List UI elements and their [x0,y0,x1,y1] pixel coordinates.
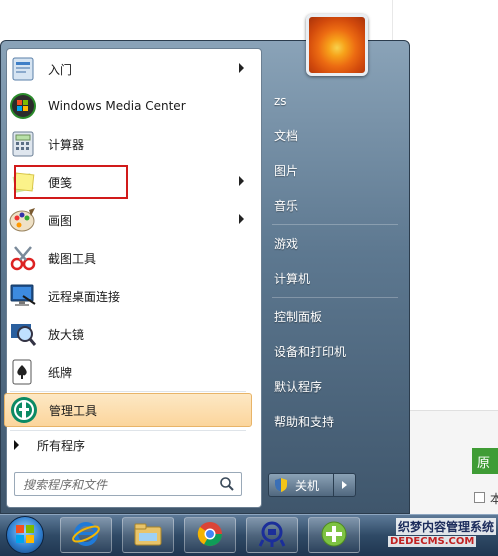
program-label: 画图 [48,213,73,228]
watermark-url: DEDECMS.COM [388,536,477,547]
paint-icon [8,205,38,235]
program-item-solitaire[interactable]: 纸牌 [4,355,252,389]
chevron-right-icon [342,481,347,489]
program-item-getting-started[interactable]: 入门 [4,52,252,86]
program-label: 远程桌面连接 [48,289,121,304]
right-separator [272,224,398,225]
add-app-icon [320,520,348,551]
program-item-admin-tools[interactable]: 管理工具 [4,393,252,427]
right-item-music[interactable]: 音乐 [268,190,402,220]
submenu-arrow-icon [239,214,244,224]
background-checkbox[interactable] [474,492,485,503]
right-item-label: 默认程序 [274,379,323,394]
program-label: 放大镜 [48,327,85,342]
taskbar-explorer-button[interactable] [122,517,174,553]
internet-explorer-icon [72,520,100,551]
submenu-arrow-icon [239,63,244,73]
user-picture[interactable] [306,14,368,76]
program-label: 纸牌 [48,365,73,380]
search-icon[interactable] [219,476,235,495]
snipping-tool-icon [8,243,38,273]
right-item-label: 音乐 [274,198,299,213]
calculator-icon [8,129,38,159]
right-item-label: 文档 [274,128,299,143]
right-item-control-panel[interactable]: 控制面板 [268,301,402,331]
program-item-remote-desktop[interactable]: 远程桌面连接 [4,279,252,313]
all-programs-button[interactable]: 所有程序 [4,432,252,458]
taskbar-network-button[interactable] [246,517,298,553]
right-item-label: 图片 [274,163,299,178]
background-green-button[interactable]: 原 [472,448,498,474]
program-label: 入门 [48,62,73,77]
right-item-label: 帮助和支持 [274,414,335,429]
remote-desktop-icon [8,281,38,311]
all-programs-label: 所有程序 [37,438,86,453]
right-item-help-support[interactable]: 帮助和支持 [268,406,402,436]
all-programs-separator [10,430,246,431]
solitaire-icon [8,357,38,387]
program-label: 计算器 [48,137,85,152]
right-item-pictures[interactable]: 图片 [268,155,402,185]
program-label: 截图工具 [48,251,97,266]
search-placeholder: 搜索程序和文件 [23,477,108,492]
right-item-documents[interactable]: 文档 [268,120,402,150]
taskbar-ie-button[interactable] [60,517,112,553]
start-button[interactable] [6,516,44,554]
program-item-magnifier[interactable]: 放大镜 [4,317,252,351]
right-item-label: zs [274,94,287,108]
program-item-snipping-tool[interactable]: 截图工具 [4,241,252,275]
watermark-title: 织梦内容管理系统 [396,518,497,535]
right-item-label: 控制面板 [274,309,323,324]
right-item-devices-printers[interactable]: 设备和打印机 [268,336,402,366]
submenu-arrow-icon [239,176,244,186]
getting-started-icon [8,54,38,84]
media-center-icon [8,91,38,121]
shield-icon [275,478,287,492]
windows-logo-icon [15,524,35,547]
right-item-games[interactable]: 游戏 [268,228,402,258]
chrome-icon [196,520,224,551]
magnifier-icon [8,319,38,349]
program-label: Windows Media Center [48,99,186,113]
shutdown-button[interactable]: 关机 [268,473,334,497]
highlight-box [14,165,128,199]
program-item-calculator[interactable]: 计算器 [4,127,252,161]
program-label: 管理工具 [49,403,98,418]
file-explorer-icon [133,521,163,550]
shutdown-label: 关机 [295,478,320,493]
network-icon [257,520,287,551]
taskbar-add-button[interactable] [308,517,360,553]
right-item-computer[interactable]: 计算机 [268,263,402,293]
taskbar-chrome-button[interactable] [184,517,236,553]
right-item-label: 计算机 [274,271,311,286]
programs-separator [10,391,246,392]
right-item-default-programs[interactable]: 默认程序 [268,371,402,401]
right-separator [272,297,398,298]
shutdown-options-button[interactable] [334,473,356,497]
program-item-media-center[interactable]: Windows Media Center [4,89,252,123]
admin-tools-icon [9,395,39,425]
program-item-paint[interactable]: 画图 [4,203,252,237]
right-item-user[interactable]: zs [268,86,402,116]
right-item-label: 游戏 [274,236,299,251]
search-input[interactable]: 搜索程序和文件 [14,472,242,496]
right-item-label: 设备和打印机 [274,344,347,359]
triangle-right-icon [14,440,19,450]
background-checkbox-label: 本 [490,492,498,506]
